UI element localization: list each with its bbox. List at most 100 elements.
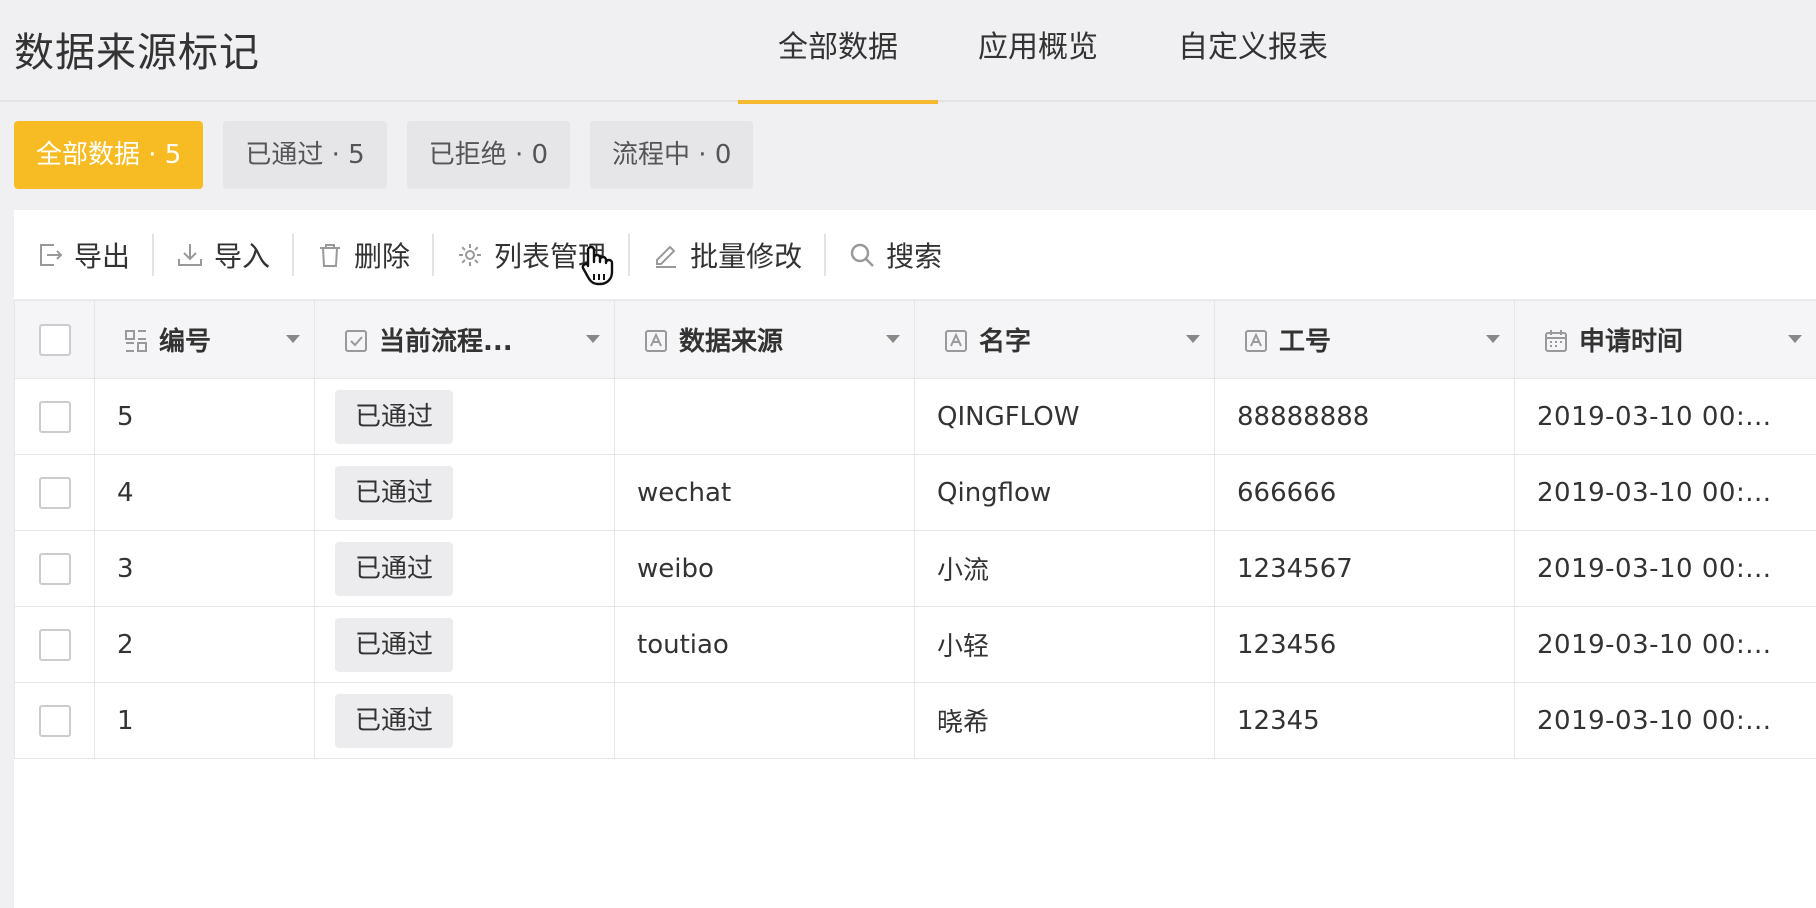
table-row[interactable]: 2 已通过 toutiao 小轻 123456 2019-03-10 00:..… — [14, 606, 1816, 683]
sort-caret-icon[interactable] — [586, 335, 600, 343]
calendar-icon — [1545, 330, 1567, 352]
table-row[interactable]: 1 已通过 晓希 12345 2019-03-10 00:... — [14, 682, 1816, 759]
select-all-checkbox[interactable] — [38, 323, 71, 356]
cell-apply-time: 2019-03-10 00:... — [1514, 530, 1816, 607]
top-bar: 数据来源标记 全部数据 应用概览 自定义报表 — [0, 0, 1816, 104]
hand-cursor-icon — [581, 245, 614, 286]
cell-serial: 1 — [94, 682, 315, 759]
column-header-label: 名字 — [979, 327, 1032, 357]
cell-data-source: toutiao — [614, 606, 915, 683]
sort-caret-icon[interactable] — [286, 335, 300, 343]
filter-in-process[interactable]: 流程中 · 0 — [590, 121, 754, 189]
table-row[interactable]: 4 已通过 wechat Qingflow 666666 2019-03-10 … — [14, 454, 1816, 531]
cell-apply-time: 2019-03-10 00:... — [1514, 682, 1816, 759]
serial-number-icon — [125, 330, 147, 352]
column-header-label: 当前流程... — [379, 327, 513, 357]
column-header-employee-number[interactable]: 工号 — [1214, 300, 1515, 379]
column-header-apply-time[interactable]: 申请时间 — [1514, 300, 1816, 379]
cell-employee-number: 666666 — [1214, 454, 1515, 531]
batch-edit-button[interactable]: 批量修改 — [630, 235, 824, 275]
filter-all[interactable]: 全部数据 · 5 — [14, 121, 204, 189]
column-header-label: 申请时间 — [1579, 327, 1684, 357]
sort-caret-icon[interactable] — [1486, 335, 1500, 343]
delete-label: 删除 — [354, 239, 411, 273]
column-header-label: 编号 — [159, 327, 212, 357]
cell-apply-time: 2019-03-10 00:... — [1514, 454, 1816, 531]
import-button[interactable]: 导入 — [154, 235, 292, 275]
text-field-icon — [645, 330, 667, 352]
cell-employee-number: 12345 — [1214, 682, 1515, 759]
trash-icon — [320, 243, 341, 267]
toolbar: 导出 导入 删除 列表管理 批量修改 搜索 — [14, 210, 1816, 300]
cell-status: 已通过 — [314, 606, 615, 683]
cell-apply-time: 2019-03-10 00:... — [1514, 378, 1816, 455]
tab-app-overview[interactable]: 应用概览 — [938, 0, 1138, 102]
table-row[interactable]: 5 已通过 QINGFLOW 88888888 2019-03-10 00:..… — [14, 378, 1816, 455]
row-checkbox[interactable] — [38, 400, 71, 433]
cell-name: 小流 — [914, 530, 1215, 607]
delete-button[interactable]: 删除 — [294, 235, 432, 275]
cell-name: Qingflow — [914, 454, 1215, 531]
sort-caret-icon[interactable] — [1186, 335, 1200, 343]
cell-data-source — [614, 378, 915, 455]
import-label: 导入 — [214, 239, 271, 273]
row-select-cell — [14, 378, 95, 455]
column-header-current-process[interactable]: 当前流程... — [314, 300, 615, 379]
search-button[interactable]: 搜索 — [826, 235, 964, 275]
table-header-row: 编号 当前流程... 数据来源 名字 工号 申请时间 — [14, 300, 1816, 379]
gear-icon — [459, 243, 482, 266]
cell-name: 小轻 — [914, 606, 1215, 683]
row-checkbox[interactable] — [38, 628, 71, 661]
batch-edit-label: 批量修改 — [690, 239, 803, 273]
cell-status: 已通过 — [314, 454, 615, 531]
column-header-label: 工号 — [1279, 327, 1332, 357]
main-tabs: 全部数据 应用概览 自定义报表 — [738, 0, 1368, 104]
table-row[interactable]: 3 已通过 weibo 小流 1234567 2019-03-10 00:... — [14, 530, 1816, 607]
cell-status: 已通过 — [314, 682, 615, 759]
row-checkbox[interactable] — [38, 704, 71, 737]
cell-data-source: weibo — [614, 530, 915, 607]
row-select-cell — [14, 454, 95, 531]
status-badge: 已通过 — [335, 693, 454, 748]
row-checkbox[interactable] — [38, 552, 71, 585]
filter-rejected[interactable]: 已拒绝 · 0 — [406, 121, 571, 189]
cell-data-source: wechat — [614, 454, 915, 531]
cell-serial: 3 — [94, 530, 315, 607]
export-label: 导出 — [74, 239, 131, 273]
cell-employee-number: 88888888 — [1214, 378, 1515, 455]
column-header-name[interactable]: 名字 — [914, 300, 1215, 379]
status-filters: 全部数据 · 5 已通过 · 5 已拒绝 · 0 流程中 · 0 — [14, 121, 754, 189]
cell-serial: 2 — [94, 606, 315, 683]
export-icon — [40, 243, 63, 266]
checkbox-field-icon — [345, 330, 367, 352]
export-button[interactable]: 导出 — [36, 235, 152, 275]
filter-approved[interactable]: 已通过 · 5 — [223, 121, 387, 189]
cell-status: 已通过 — [314, 378, 615, 455]
row-checkbox[interactable] — [38, 476, 71, 509]
cell-data-source — [614, 682, 915, 759]
column-header-label: 数据来源 — [679, 327, 784, 357]
download-icon — [178, 243, 203, 266]
status-badge: 已通过 — [335, 617, 454, 672]
column-header-data-source[interactable]: 数据来源 — [614, 300, 915, 379]
pencil-icon — [656, 245, 677, 268]
status-badge: 已通过 — [335, 541, 454, 596]
data-panel: 导出 导入 删除 列表管理 批量修改 搜索 编号 当前流程... 数据来源 名字… — [14, 210, 1816, 908]
column-header-serial[interactable]: 编号 — [94, 300, 315, 379]
row-select-cell — [14, 530, 95, 607]
text-field-icon — [945, 330, 967, 352]
text-field-icon — [1245, 330, 1267, 352]
sort-caret-icon[interactable] — [1788, 335, 1802, 343]
tab-all-data[interactable]: 全部数据 — [738, 0, 938, 104]
row-select-cell — [14, 682, 95, 759]
cell-serial: 4 — [94, 454, 315, 531]
tab-custom-report[interactable]: 自定义报表 — [1138, 0, 1368, 102]
search-label: 搜索 — [886, 239, 943, 273]
cell-serial: 5 — [94, 378, 315, 455]
cell-employee-number: 123456 — [1214, 606, 1515, 683]
app-title: 数据来源标记 — [14, 30, 260, 76]
cell-employee-number: 1234567 — [1214, 530, 1515, 607]
cell-status: 已通过 — [314, 530, 615, 607]
sort-caret-icon[interactable] — [886, 335, 900, 343]
row-select-cell — [14, 606, 95, 683]
